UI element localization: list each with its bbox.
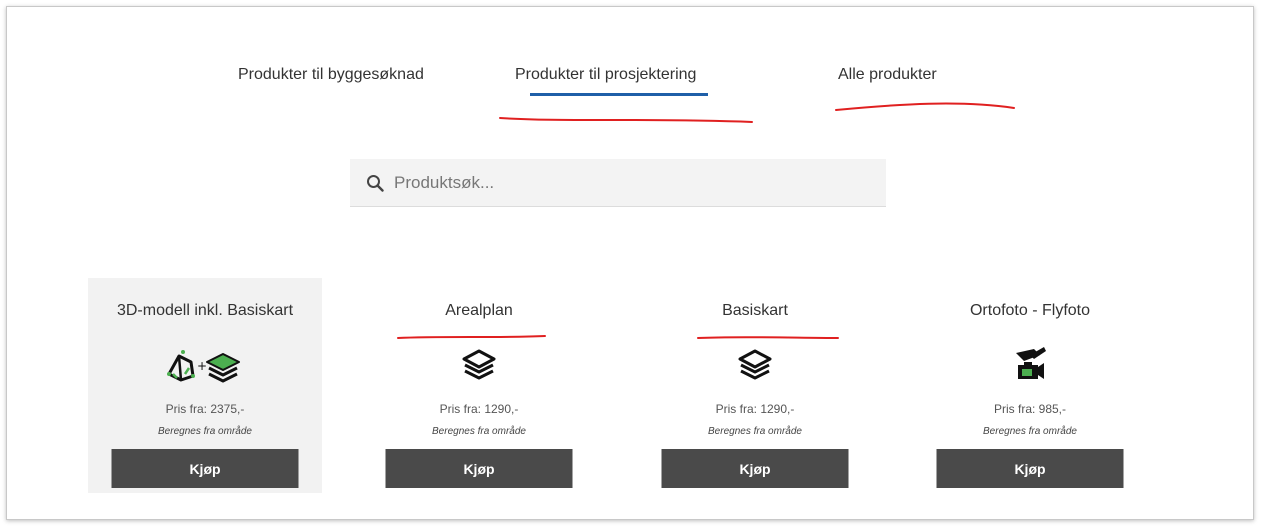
product-note: Beregnes fra område	[432, 426, 526, 437]
product-card-ortofoto: Ortofoto - Flyfoto Pris fra: 985,- Bereg…	[913, 278, 1147, 493]
buy-button[interactable]: Kjøp	[936, 449, 1124, 488]
layers-icon	[638, 344, 872, 386]
buy-button[interactable]: Kjøp	[661, 449, 849, 488]
svg-text:+: +	[197, 359, 207, 373]
tab-byggesoknad[interactable]: Produkter til byggesøknad	[238, 66, 424, 84]
product-note: Beregnes fra område	[708, 426, 802, 437]
product-note: Beregnes fra område	[983, 426, 1077, 437]
plane-camera-icon	[913, 344, 1147, 386]
3d-model-plus-layers-icon: +	[88, 344, 322, 386]
product-card-basiskart: Basiskart Pris fra: 1290,- Beregnes fra …	[638, 278, 872, 493]
product-card-3d-modell: 3D-modell inkl. Basiskart + Pris fra: 23…	[88, 278, 322, 493]
buy-button[interactable]: Kjøp	[111, 449, 299, 488]
product-title: Arealplan	[445, 302, 513, 319]
search-icon	[366, 173, 386, 193]
product-title: Basiskart	[722, 302, 788, 319]
search-input[interactable]	[394, 167, 854, 198]
tab-prosjektering[interactable]: Produkter til prosjektering	[515, 66, 696, 84]
product-price: Pris fra: 1290,-	[439, 402, 519, 416]
product-price: Pris fra: 2375,-	[165, 402, 245, 416]
product-title: Ortofoto - Flyfoto	[969, 302, 1091, 319]
product-price: Pris fra: 985,-	[993, 402, 1067, 416]
product-card-arealplan: Arealplan Pris fra: 1290,- Beregnes fra …	[362, 278, 596, 493]
tab-alle-produkter[interactable]: Alle produkter	[838, 66, 937, 84]
product-title: 3D-modell inkl. Basiskart	[116, 302, 294, 319]
product-price: Pris fra: 1290,-	[715, 402, 795, 416]
product-search[interactable]	[350, 159, 886, 207]
active-tab-indicator	[530, 93, 708, 96]
buy-button[interactable]: Kjøp	[385, 449, 573, 488]
layers-icon	[362, 344, 596, 386]
product-note: Beregnes fra område	[158, 426, 252, 437]
